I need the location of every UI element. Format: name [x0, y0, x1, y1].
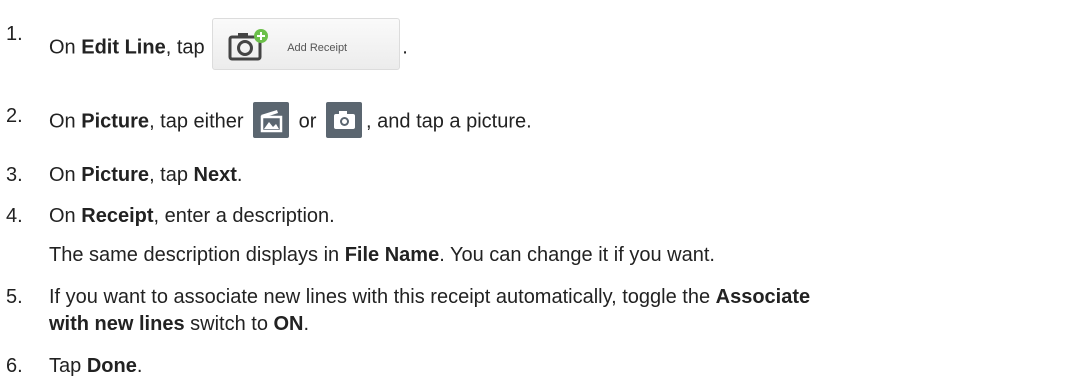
text-segment: .	[303, 313, 310, 335]
text-segment: On	[49, 36, 82, 59]
text-segment: . You can change it if you want.	[439, 244, 715, 266]
step-text: On Picture, tap either or , and tap a pi…	[49, 102, 532, 140]
gallery-button[interactable]	[253, 102, 290, 138]
ui-term-associate: Associate	[715, 286, 811, 308]
ui-term-next: Next	[193, 164, 237, 186]
add-camera-icon	[228, 29, 269, 61]
camera-icon	[334, 111, 356, 129]
text-segment: , tap	[165, 36, 211, 59]
note-text: The same description displays in File Na…	[49, 243, 715, 267]
ui-term-edit-line: Edit Line	[81, 36, 166, 59]
add-receipt-button[interactable]: Add Receipt	[212, 18, 401, 70]
text-segment: , tap	[149, 164, 194, 186]
text-segment: On	[49, 110, 82, 133]
text-segment: switch to	[184, 313, 274, 335]
gallery-icon	[260, 110, 283, 133]
text-segment: Tap	[49, 355, 87, 377]
ui-term-with-new-lines: with new lines	[49, 313, 185, 335]
text-segment: If you want to associate new lines with …	[49, 286, 716, 308]
text-segment: On	[49, 164, 82, 186]
text-segment: or	[293, 110, 323, 133]
add-receipt-label: Add Receipt	[287, 42, 348, 54]
step-text: On Receipt, enter a description.	[49, 204, 335, 228]
step-text: Tap Done.	[49, 354, 142, 378]
text-segment: The same description displays in	[49, 244, 345, 266]
text-segment: .	[402, 36, 408, 59]
step-number: 2.	[6, 105, 23, 127]
camera-button[interactable]	[326, 102, 363, 138]
step-text: with new lines switch to ON.	[49, 312, 309, 336]
step-number: 1.	[6, 23, 23, 45]
text-segment: .	[136, 355, 143, 377]
text-segment: , and tap a picture.	[366, 110, 532, 133]
step-text: If you want to associate new lines with …	[49, 285, 810, 309]
text-segment: On	[49, 205, 82, 227]
text-segment: , enter a description.	[153, 205, 335, 227]
step-text: On Edit Line, tap Add Receipt .	[49, 18, 408, 74]
step-number: 3.	[6, 164, 23, 186]
step-number: 6.	[6, 355, 23, 377]
step-number: 4.	[6, 205, 23, 227]
ui-term-file-name: File Name	[344, 244, 440, 266]
ui-term-on: ON	[273, 313, 304, 335]
ui-term-picture: Picture	[81, 110, 150, 133]
ui-term-done: Done	[86, 355, 137, 377]
step-text: On Picture, tap Next.	[49, 163, 242, 187]
ui-term-picture: Picture	[81, 164, 150, 186]
ui-term-receipt: Receipt	[81, 205, 154, 227]
text-segment: .	[236, 164, 243, 186]
text-segment: , tap either	[149, 110, 250, 133]
step-number: 5.	[6, 286, 23, 308]
